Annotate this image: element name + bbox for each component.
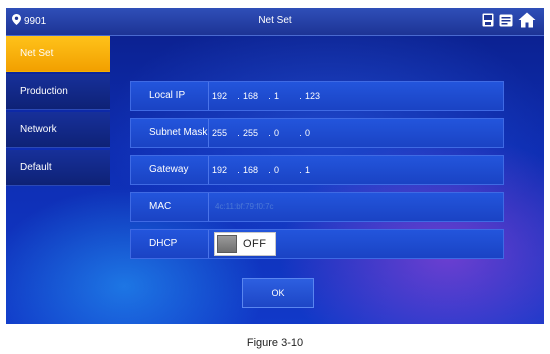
sidebar-item-network[interactable]: Network (6, 112, 110, 148)
ip-octet[interactable]: 168 (243, 91, 265, 101)
mac-value: 4c:11:bf:79:f0:7c (215, 202, 274, 211)
gateway-row: Gateway 192. 168. 0. 1 (130, 155, 504, 185)
local-ip-field[interactable]: 192. 168. 1. 123 (212, 82, 327, 110)
ip-octet[interactable]: 123 (305, 91, 327, 101)
mac-row: MAC 4c:11:bf:79:f0:7c (130, 192, 504, 222)
status-icons (482, 12, 536, 33)
ip-octet[interactable]: 255 (243, 128, 265, 138)
toggle-knob (217, 235, 237, 253)
sd-card-icon[interactable] (482, 13, 494, 32)
gateway-field[interactable]: 192. 168. 0. 1 (212, 156, 327, 184)
local-ip-row: Local IP 192. 168. 1. 123 (130, 81, 504, 111)
ip-octet[interactable]: 0 (274, 165, 296, 175)
dhcp-label: DHCP (131, 230, 209, 258)
dhcp-state: OFF (243, 238, 267, 250)
ip-octet[interactable]: 255 (212, 128, 234, 138)
dhcp-toggle[interactable]: OFF (214, 232, 276, 256)
local-ip-label: Local IP (131, 82, 209, 110)
ip-octet[interactable]: 0 (305, 128, 327, 138)
device-screen: 9901 Net Set Net Set Production Network … (6, 8, 544, 324)
sidebar-item-net-set[interactable]: Net Set (6, 36, 110, 72)
ip-octet[interactable]: 1 (305, 165, 327, 175)
subnet-mask-label: Subnet Mask (131, 119, 209, 147)
sidebar-item-production[interactable]: Production (6, 74, 110, 110)
ip-octet[interactable]: 168 (243, 165, 265, 175)
page-title: Net Set (258, 15, 292, 26)
figure-caption: Figure 3-10 (246, 337, 304, 349)
ip-octet[interactable]: 1 (274, 91, 296, 101)
sidebar-item-default[interactable]: Default (6, 150, 110, 186)
ip-octet[interactable]: 192 (212, 165, 234, 175)
mac-label: MAC (131, 193, 209, 221)
dhcp-row: DHCP OFF (130, 229, 504, 259)
gateway-label: Gateway (131, 156, 209, 184)
subnet-mask-row: Subnet Mask 255. 255. 0. 0 (130, 118, 504, 148)
home-icon[interactable] (518, 12, 536, 33)
net-settings-form: Local IP 192. 168. 1. 123 Subnet Mask 25… (130, 81, 504, 266)
ip-octet[interactable]: 0 (274, 128, 296, 138)
message-icon[interactable] (499, 14, 513, 32)
subnet-mask-field[interactable]: 255. 255. 0. 0 (212, 119, 327, 147)
sidebar: Net Set Production Network Default (6, 36, 110, 188)
top-bar: 9901 Net Set (6, 8, 544, 36)
ip-octet[interactable]: 192 (212, 91, 234, 101)
ok-button[interactable]: OK (242, 278, 314, 308)
